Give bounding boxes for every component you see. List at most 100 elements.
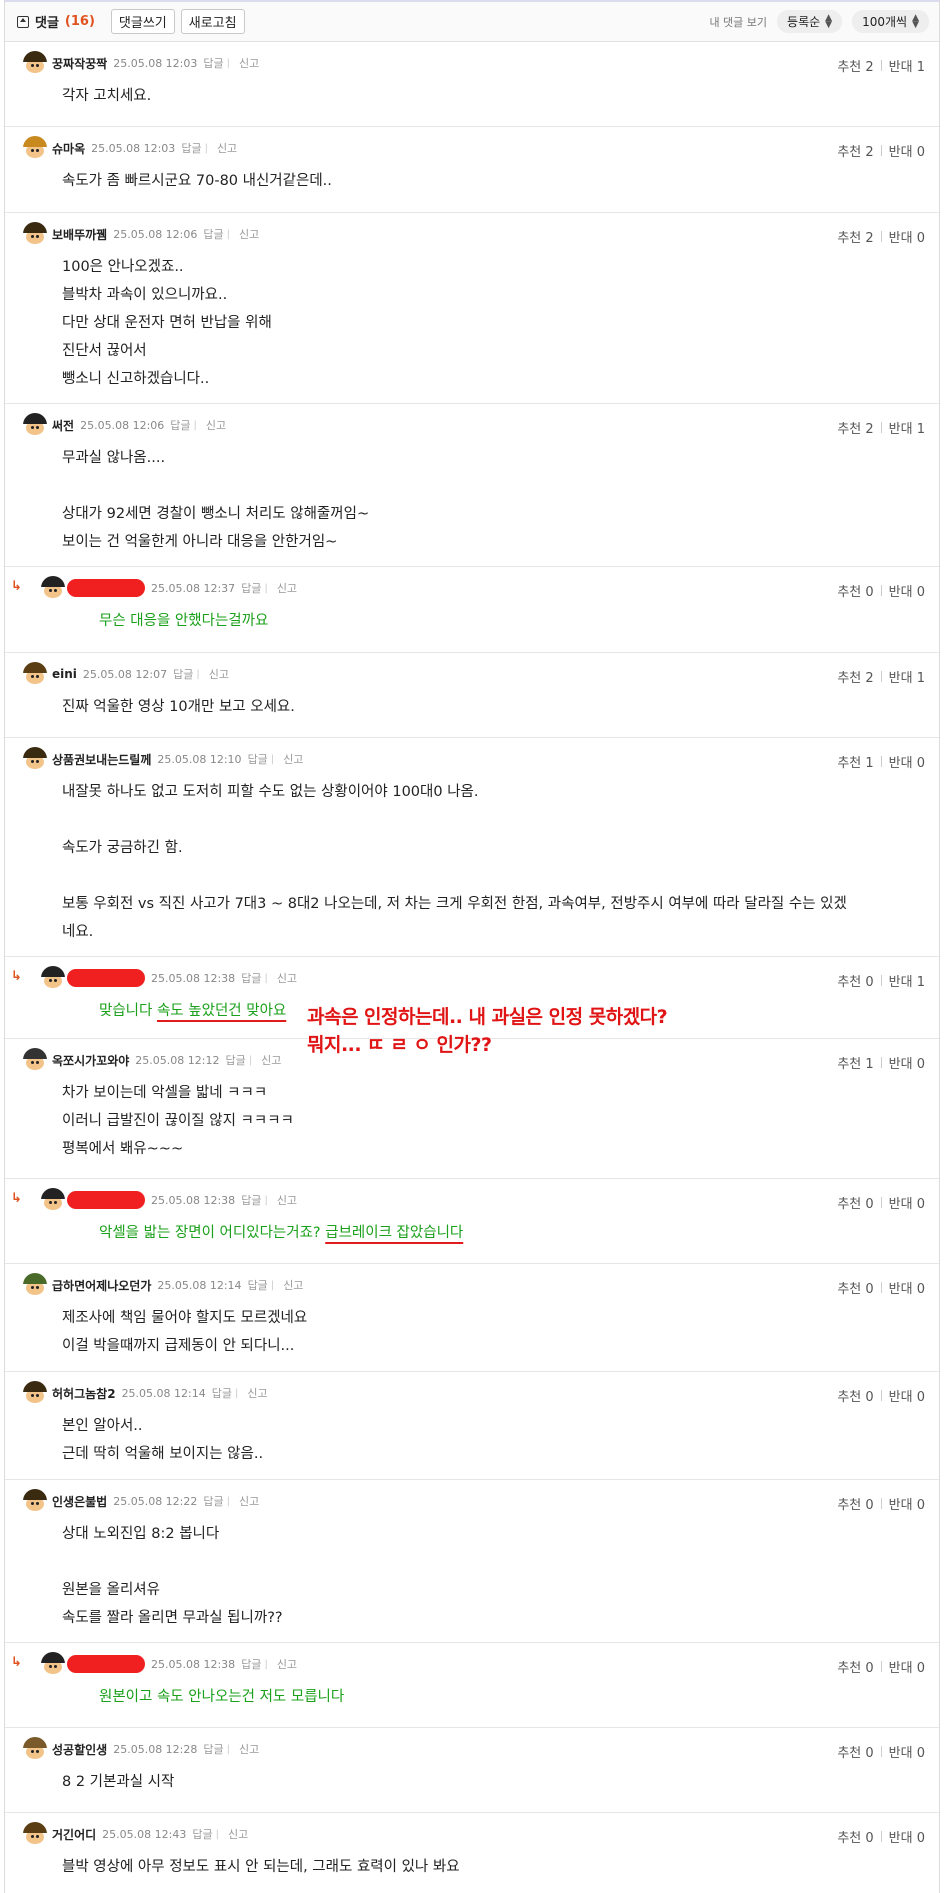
reply-link[interactable]: 답글 [241, 1192, 261, 1208]
nickname[interactable]: 성공할인생 [52, 1741, 107, 1758]
write-comment-button[interactable]: 댓글쓰기 [110, 9, 175, 34]
reply-link[interactable]: 답글 [203, 226, 223, 242]
report-link[interactable]: 신고 [277, 580, 297, 596]
downvote-button[interactable]: 반대 0 [889, 1278, 925, 1297]
redacted-nickname [67, 1191, 145, 1209]
collapse-toggle-icon[interactable] [17, 15, 29, 28]
upvote-button[interactable]: 추천 2 [837, 667, 873, 686]
upvote-button[interactable]: 추천 2 [837, 141, 873, 160]
downvote-button[interactable]: 반대 0 [889, 581, 925, 600]
comment-meta: ↳ 25.05.08 12:37 답글 | 신고 [11, 575, 297, 601]
downvote-button[interactable]: 반대 0 [889, 1827, 925, 1846]
reply-link[interactable]: 답글 [212, 1385, 232, 1401]
reply-link[interactable]: 답글 [170, 417, 190, 433]
per-page-select[interactable]: 100개씩 ▲ ▼ [852, 10, 929, 33]
upvote-button[interactable]: 추천 0 [837, 1742, 873, 1761]
avatar[interactable] [23, 222, 47, 246]
my-comments-link[interactable]: 내 댓글 보기 [709, 14, 767, 30]
downvote-button[interactable]: 반대 0 [889, 1742, 925, 1761]
avatar[interactable] [41, 966, 65, 990]
downvote-button[interactable]: 반대 0 [889, 141, 925, 160]
report-link[interactable]: 신고 [217, 140, 237, 156]
report-link[interactable]: 신고 [206, 417, 226, 433]
upvote-button[interactable]: 추천 0 [837, 1386, 873, 1405]
nickname[interactable]: eini [52, 667, 77, 681]
downvote-button[interactable]: 반대 0 [889, 1386, 925, 1405]
upvote-button[interactable]: 추천 0 [837, 1278, 873, 1297]
reply-link[interactable]: 답글 [203, 1493, 223, 1509]
upvote-button[interactable]: 추천 0 [837, 1827, 873, 1846]
downvote-button[interactable]: 반대 0 [889, 1053, 925, 1072]
reply-link[interactable]: 답글 [192, 1826, 212, 1842]
nickname[interactable]: 급하면어제나오던가 [52, 1277, 151, 1294]
nickname[interactable]: 허허그놈참2 [52, 1385, 116, 1402]
upvote-button[interactable]: 추천 0 [837, 1193, 873, 1212]
report-link[interactable]: 신고 [239, 1741, 259, 1757]
report-link[interactable]: 신고 [277, 970, 297, 986]
downvote-button[interactable]: 반대 1 [889, 971, 925, 990]
downvote-button[interactable]: 반대 0 [889, 227, 925, 246]
nickname[interactable]: 거긴어디 [52, 1826, 96, 1843]
nickname[interactable]: 옥쪼시가꼬와야 [52, 1052, 129, 1069]
report-link[interactable]: 신고 [261, 1052, 281, 1068]
upvote-button[interactable]: 추천 2 [837, 56, 873, 75]
report-link[interactable]: 신고 [239, 226, 259, 242]
reply-link[interactable]: 답글 [241, 970, 261, 986]
upvote-button[interactable]: 추천 0 [837, 1657, 873, 1676]
avatar[interactable] [41, 1188, 65, 1212]
nickname[interactable]: 꿍짜작꿍짝 [52, 55, 107, 72]
downvote-button[interactable]: 반대 0 [889, 1657, 925, 1676]
report-link[interactable]: 신고 [247, 1385, 267, 1401]
downvote-button[interactable]: 반대 1 [889, 56, 925, 75]
avatar[interactable] [23, 1822, 47, 1846]
report-link[interactable]: 신고 [277, 1192, 297, 1208]
reply-link[interactable]: 답글 [173, 666, 193, 682]
reply-link[interactable]: 답글 [248, 1277, 268, 1293]
downvote-button[interactable]: 반대 0 [889, 1193, 925, 1212]
avatar[interactable] [23, 51, 47, 75]
report-link[interactable]: 신고 [209, 666, 229, 682]
upvote-button[interactable]: 추천 0 [837, 581, 873, 600]
downvote-button[interactable]: 반대 0 [889, 1494, 925, 1513]
nickname[interactable]: 써전 [52, 417, 74, 434]
sort-select[interactable]: 등록순 ▲ ▼ [777, 10, 843, 33]
downvote-button[interactable]: 반대 1 [889, 667, 925, 686]
avatar[interactable] [23, 413, 47, 437]
upvote-button[interactable]: 추천 2 [837, 227, 873, 246]
nickname[interactable]: 보배뚜까뀀 [52, 226, 107, 243]
upvote-button[interactable]: 추천 0 [837, 1494, 873, 1513]
avatar[interactable] [23, 1048, 47, 1072]
avatar[interactable] [23, 747, 47, 771]
reply-link[interactable]: 답글 [181, 140, 201, 156]
nickname[interactable]: 슈마옥 [52, 140, 85, 157]
reply-link[interactable]: 답글 [225, 1052, 245, 1068]
upvote-button[interactable]: 추천 1 [837, 752, 873, 771]
avatar[interactable] [23, 1737, 47, 1761]
refresh-button[interactable]: 새로고침 [180, 9, 245, 34]
avatar[interactable] [23, 1273, 47, 1297]
reply-link[interactable]: 답글 [248, 751, 268, 767]
downvote-button[interactable]: 반대 1 [889, 418, 925, 437]
reply-link[interactable]: 답글 [241, 1656, 261, 1672]
report-link[interactable]: 신고 [283, 751, 303, 767]
report-link[interactable]: 신고 [239, 1493, 259, 1509]
reply-link[interactable]: 답글 [203, 1741, 223, 1757]
reply-link[interactable]: 답글 [203, 55, 223, 71]
upvote-button[interactable]: 추천 1 [837, 1053, 873, 1072]
upvote-button[interactable]: 추천 2 [837, 418, 873, 437]
downvote-button[interactable]: 반대 0 [889, 752, 925, 771]
avatar[interactable] [23, 662, 47, 686]
avatar[interactable] [23, 1489, 47, 1513]
report-link[interactable]: 신고 [239, 55, 259, 71]
avatar[interactable] [23, 136, 47, 160]
report-link[interactable]: 신고 [283, 1277, 303, 1293]
avatar[interactable] [41, 1652, 65, 1676]
report-link[interactable]: 신고 [277, 1656, 297, 1672]
avatar[interactable] [23, 1381, 47, 1405]
nickname[interactable]: 상품권보내는드릴께 [52, 751, 151, 768]
reply-link[interactable]: 답글 [241, 580, 261, 596]
upvote-button[interactable]: 추천 0 [837, 971, 873, 990]
avatar[interactable] [41, 576, 65, 600]
nickname[interactable]: 인생은불법 [52, 1493, 107, 1510]
report-link[interactable]: 신고 [228, 1826, 248, 1842]
